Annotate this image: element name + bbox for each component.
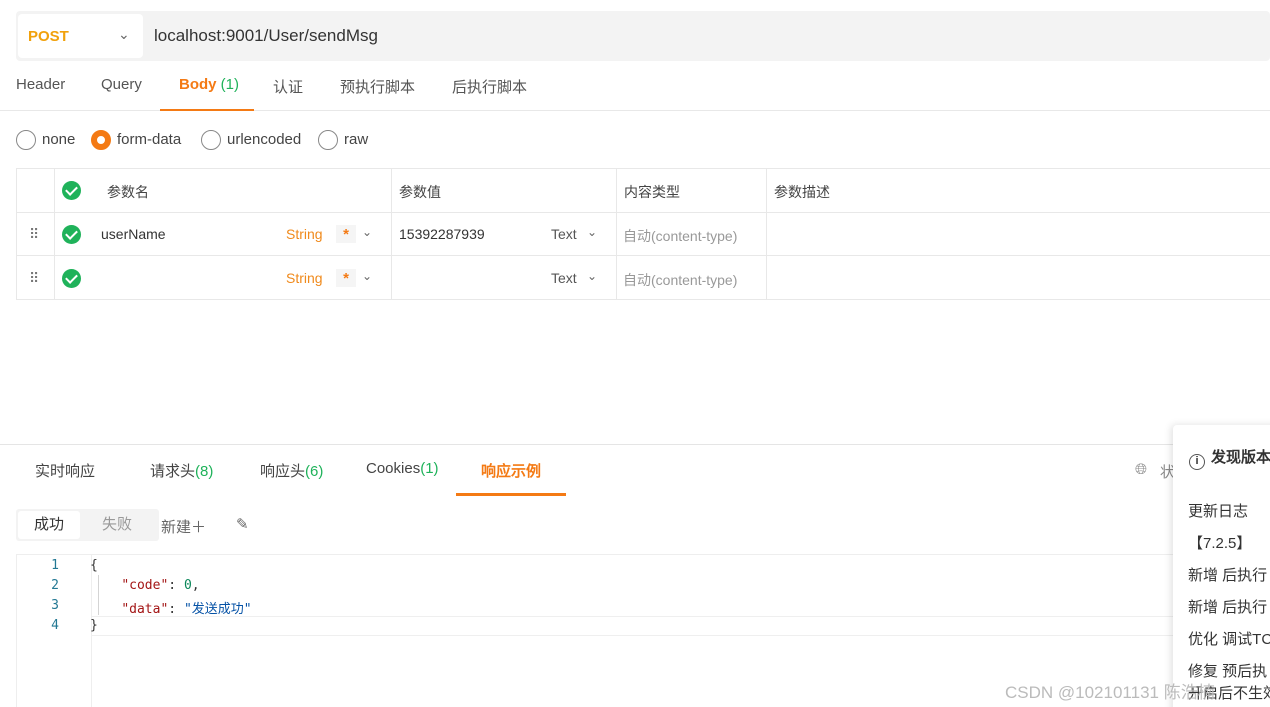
tab-body-label: Body — [179, 76, 217, 93]
popup-item: 新增 后执行 — [1188, 567, 1268, 584]
tab-label: Cookies — [366, 460, 421, 477]
json-key: "data" — [121, 602, 169, 617]
param-value-input[interactable]: 15392287939 — [399, 226, 485, 242]
active-tab-underline — [456, 493, 566, 496]
chevron-down-icon[interactable]: ⌄ — [362, 225, 372, 239]
chevron-down-icon[interactable]: ⌄ — [362, 269, 372, 283]
radio-circle — [16, 130, 36, 150]
tab-query[interactable]: Query — [101, 76, 142, 93]
active-tab-underline — [160, 109, 254, 111]
table-header-row: 参数名 参数值 内容类型 参数描述 — [17, 169, 1270, 213]
header-param-name: 参数名 — [107, 184, 149, 200]
radio-circle — [318, 130, 338, 150]
json-value: 0 — [183, 578, 192, 593]
popup-item: 优化 调试TC — [1188, 631, 1270, 648]
tab-count: (1) — [420, 460, 439, 477]
radio-label: none — [42, 131, 76, 148]
tab-request-headers[interactable]: 请求头(8) — [150, 460, 213, 481]
request-tabs: Header Query Body (1) 认证 预执行脚本 后执行脚本 — [0, 62, 1270, 111]
tab-response-example[interactable]: 响应示例 — [481, 460, 541, 481]
tab-live-response[interactable]: 实时响应 — [35, 460, 95, 481]
popup-item: 更新日志 — [1188, 503, 1249, 520]
update-notice-popup: i 发现版本 更新日志 【7.2.5】 新增 后执行 新增 后执行 优化 调试TC… — [1173, 425, 1270, 707]
line-number: 2 — [51, 578, 59, 593]
new-example-button[interactable]: 新建＋ — [161, 516, 206, 537]
row-enabled-check-icon[interactable] — [62, 225, 81, 244]
chevron-down-icon[interactable]: ⌄ — [587, 225, 597, 239]
param-type-select[interactable]: String — [286, 226, 323, 242]
fail-tab[interactable]: 失败 — [86, 511, 148, 539]
params-table: 参数名 参数值 内容类型 参数描述 ⠿ userName String * ⌄ … — [16, 168, 1270, 300]
chevron-down-icon: ⌄ — [118, 26, 130, 42]
code-line: "code": 0, — [121, 578, 200, 593]
popup-item: 【7.2.5】 — [1188, 535, 1252, 552]
method-label: POST — [28, 28, 69, 45]
example-toggle: 成功 失败 — [16, 509, 159, 541]
header-param-value: 参数值 — [399, 184, 441, 200]
radio-label: raw — [344, 131, 369, 148]
popup-title: i 发现版本 — [1189, 446, 1270, 470]
tab-label: 请求头 — [150, 463, 196, 480]
tab-cookies[interactable]: Cookies(1) — [366, 460, 439, 477]
drag-handle-icon[interactable]: ⠿ — [29, 270, 39, 287]
chevron-down-icon[interactable]: ⌄ — [587, 269, 597, 283]
json-value: "发送成功" — [183, 602, 252, 617]
line-number: 4 — [51, 618, 59, 633]
code-line: { — [90, 558, 98, 573]
radio-label: form-data — [117, 131, 182, 148]
tab-count: (6) — [305, 463, 324, 480]
required-toggle[interactable]: * — [336, 225, 356, 243]
current-line-highlight — [92, 616, 1177, 636]
tab-body-count: (1) — [220, 76, 240, 93]
tab-header[interactable]: Header — [16, 76, 65, 93]
response-panel: 实时响应 请求头(8) 响应头(6) Cookies(1) 响应示例 🌐︎ 状 … — [0, 444, 1270, 707]
tab-label: 响应头 — [260, 463, 306, 480]
table-row: ⠿ String * ⌄ Text ⌄ 自动(content-type) — [17, 256, 1270, 300]
method-select[interactable]: POST ⌄ — [18, 14, 143, 58]
table-row: ⠿ userName String * ⌄ 15392287939 Text ⌄… — [17, 212, 1270, 256]
code-line: } — [90, 618, 98, 633]
line-number: 3 — [51, 598, 59, 613]
url-bar: POST ⌄ localhost:9001/User/sendMsg — [16, 11, 1270, 61]
value-type-select[interactable]: Text — [551, 270, 577, 286]
success-tab[interactable]: 成功 — [18, 511, 80, 539]
header-content-type: 内容类型 — [624, 184, 680, 200]
edit-icon[interactable]: ✎ — [236, 515, 249, 533]
code-editor[interactable]: 1 2 3 4 { "code": 0, "data": "发送成功" } — [16, 554, 1177, 707]
line-number: 1 — [51, 558, 59, 573]
tab-label: 实时响应 — [35, 463, 96, 480]
popup-title-text: 发现版本 — [1211, 449, 1270, 466]
param-name-input[interactable]: userName — [101, 226, 166, 242]
radio-circle — [201, 130, 221, 150]
popup-item: 新增 后执行 — [1188, 599, 1268, 616]
value-type-select[interactable]: Text — [551, 226, 577, 242]
required-toggle[interactable]: * — [336, 269, 356, 287]
param-type-select[interactable]: String — [286, 270, 323, 286]
json-key: "code" — [121, 578, 169, 593]
tab-auth[interactable]: 认证 — [273, 76, 303, 97]
radio-circle-selected — [91, 130, 111, 150]
code-line: "data": "发送成功" — [121, 602, 252, 617]
drag-handle-icon[interactable]: ⠿ — [29, 226, 39, 243]
brace: } — [90, 618, 98, 633]
content-type-input[interactable]: 自动(content-type) — [623, 226, 737, 246]
url-input[interactable]: localhost:9001/User/sendMsg — [154, 26, 378, 46]
tab-body[interactable]: Body (1) — [179, 76, 239, 93]
header-param-description: 参数描述 — [774, 184, 830, 200]
watermark: CSDN @102101131 陈浩楠 — [1005, 683, 1215, 702]
content-type-input[interactable]: 自动(content-type) — [623, 270, 737, 290]
row-enabled-check-icon[interactable] — [62, 269, 81, 288]
tab-response-headers[interactable]: 响应头(6) — [260, 460, 323, 481]
tab-label: 响应示例 — [481, 463, 542, 480]
radio-label: urlencoded — [227, 131, 302, 148]
tab-post-script[interactable]: 后执行脚本 — [452, 76, 527, 97]
globe-icon[interactable]: 🌐︎ — [1135, 461, 1147, 478]
brace: { — [90, 558, 98, 573]
select-all-check-icon[interactable] — [62, 181, 81, 200]
info-icon: i — [1189, 454, 1205, 470]
tab-pre-script[interactable]: 预执行脚本 — [340, 76, 415, 97]
response-tabs: 实时响应 请求头(8) 响应头(6) Cookies(1) 响应示例 🌐︎ 状 — [0, 445, 1270, 496]
tab-count: (8) — [195, 463, 214, 480]
